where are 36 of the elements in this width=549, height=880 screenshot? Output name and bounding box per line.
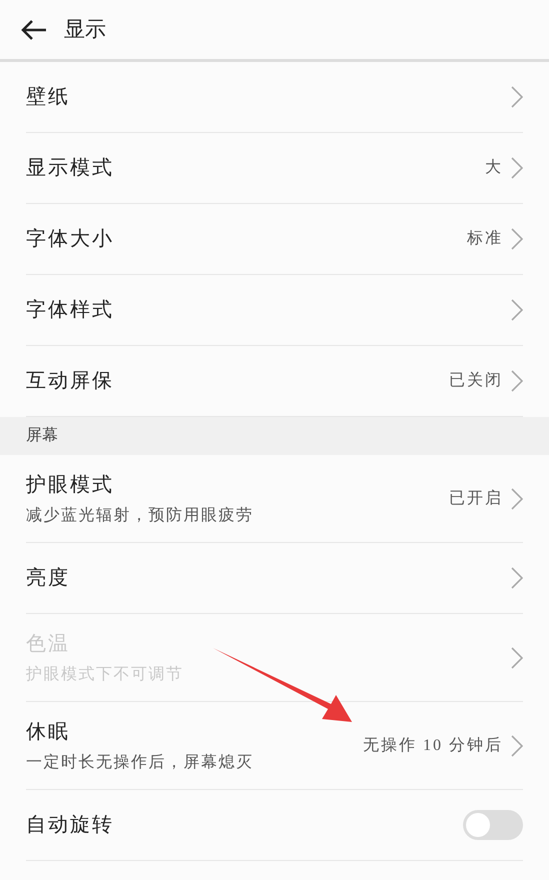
toggle-switch[interactable]: [463, 810, 523, 840]
chevron-icon: [511, 370, 523, 392]
chevron-icon: [511, 646, 523, 668]
setting-title: 休眠: [26, 720, 71, 744]
setting-description: 减少蓝光辐射，预防用眼疲劳: [26, 506, 254, 526]
setting-title: 亮度: [26, 566, 70, 591]
chevron-icon: [511, 228, 523, 250]
setting-title: 字体大小: [26, 227, 114, 252]
settings-row[interactable]: 自动旋转: [0, 790, 549, 861]
settings-row[interactable]: 显示模式 大: [0, 133, 549, 204]
setting-value: 已开启: [449, 488, 503, 508]
page-title: 显示: [64, 16, 106, 43]
setting-title: 护眼模式: [26, 472, 115, 498]
settings-row[interactable]: 亮度: [0, 543, 549, 614]
chevron-icon: [511, 488, 523, 510]
chevron-icon: [511, 567, 523, 589]
settings-row[interactable]: 壁纸: [0, 62, 549, 133]
setting-value: 大: [485, 158, 503, 178]
setting-value: 已关闭: [449, 370, 503, 391]
setting-title: 自动旋转: [26, 813, 114, 838]
chevron-icon: [511, 86, 523, 108]
setting-title: 显示模式: [26, 156, 114, 181]
setting-value: 无操作 10 分钟后: [363, 736, 503, 756]
setting-title: 互动屏保: [26, 369, 114, 394]
back-icon[interactable]: [20, 18, 48, 42]
setting-title: 字体样式: [26, 298, 114, 323]
chevron-icon: [511, 157, 523, 179]
setting-value: 标准: [467, 229, 503, 249]
settings-row[interactable]: 护眼模式 减少蓝光辐射，预防用眼疲劳 已开启: [0, 455, 549, 543]
settings-row[interactable]: 字体大小 标准: [0, 204, 549, 275]
chevron-icon: [511, 734, 523, 756]
chevron-icon: [511, 299, 523, 321]
settings-row[interactable]: 字体样式: [0, 275, 549, 346]
setting-title: 壁纸: [26, 85, 70, 110]
section-heading: 屏幕: [26, 426, 58, 446]
setting-description: 一定时长无操作后，屏幕熄灭: [26, 752, 254, 772]
